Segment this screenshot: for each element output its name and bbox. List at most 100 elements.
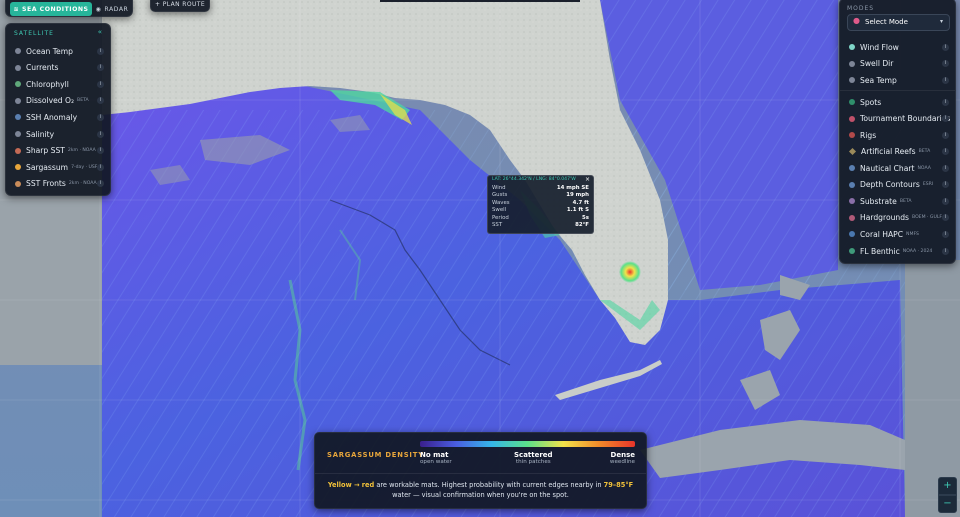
layer-dot-icon — [849, 165, 855, 171]
info-icon[interactable]: i — [942, 43, 949, 51]
zoom-in-button[interactable]: + — [938, 477, 957, 495]
mode-item[interactable]: Substrate BETA i — [840, 193, 955, 209]
probe-value: 4.7 ft — [572, 199, 589, 206]
mode-item[interactable]: Nautical Chart NOAA i — [840, 160, 955, 176]
mode-item-label: Sea Temp — [860, 75, 897, 85]
waves-icon: ≋ — [13, 5, 20, 13]
info-icon[interactable]: i — [942, 115, 949, 122]
mode-item[interactable]: Rigs i — [840, 127, 955, 143]
info-icon[interactable]: i — [97, 47, 104, 55]
satellite-item-tag: 2km · NOAA — [67, 148, 96, 154]
tab-sea-conditions[interactable]: ≋ SEA CONDITIONS — [10, 2, 92, 16]
info-icon[interactable]: i — [942, 164, 949, 172]
mode-item[interactable]: Tournament Boundaries i — [840, 111, 955, 127]
satellite-item[interactable]: SST Fronts 2km · NOAA i — [6, 176, 110, 192]
plan-route-button[interactable]: + PLAN ROUTE — [150, 0, 210, 12]
chevron-down-icon: ▾ — [939, 18, 943, 25]
zoom-out-button[interactable]: − — [938, 495, 957, 513]
info-icon[interactable]: i — [97, 80, 104, 88]
modes-panel: MODES ● Select Mode ▾ Wind Flow i Swell Di… — [839, 0, 956, 264]
satellite-item[interactable]: SSH Anomaly i — [6, 109, 110, 125]
satellite-item[interactable]: Salinity i — [6, 126, 110, 142]
info-icon[interactable]: i — [942, 214, 949, 221]
satellite-item-label: SSH Anomaly — [26, 112, 78, 122]
layer-dot-icon — [849, 198, 855, 204]
layer-dot-icon — [15, 64, 21, 71]
satellite-item-label: Sharp SST — [26, 146, 65, 156]
mode-item[interactable]: FL Benthic NOAA · 2024 i — [840, 243, 955, 259]
layer-dot-icon — [849, 231, 855, 237]
satellite-item[interactable]: Ocean Temp i — [6, 43, 110, 59]
layer-dot-icon — [15, 97, 21, 104]
info-icon[interactable]: i — [97, 147, 104, 155]
satellite-item[interactable]: Chlorophyll i — [6, 76, 110, 92]
probe-row: Waves 4.7 ft — [492, 200, 589, 207]
legend-note: Yellow → red are workable mats. Highest … — [327, 481, 634, 499]
mode-item[interactable]: Swell Dir i — [840, 56, 955, 72]
satellite-item-label: Currents — [26, 63, 59, 73]
info-icon[interactable]: i — [97, 163, 104, 171]
info-icon[interactable]: i — [942, 181, 949, 188]
palette-icon: ● — [853, 16, 860, 25]
mode-item-label: FL Benthic — [860, 246, 900, 256]
satellite-item[interactable]: Sharp SST 2km · NOAA i — [6, 143, 110, 159]
probe-value: 14 mph SE — [556, 185, 589, 191]
mode-item[interactable]: Artificial Reefs BETA i — [840, 144, 955, 160]
mode-item-tag: NOAA — [917, 165, 931, 171]
tab-radar[interactable]: ◉ RADAR — [94, 2, 130, 16]
legend-divider — [315, 473, 646, 474]
layer-dot-icon — [849, 115, 855, 122]
layer-dot-icon — [15, 114, 21, 121]
info-icon[interactable]: i — [97, 97, 104, 105]
info-icon[interactable]: i — [942, 98, 949, 106]
mode-item-label: Hardgrounds — [860, 213, 909, 222]
probe-key: Gusts — [492, 192, 508, 199]
info-icon[interactable]: i — [97, 130, 104, 138]
satellite-item-label: Sargassum — [26, 162, 69, 172]
info-icon[interactable]: i — [942, 76, 949, 84]
collapse-icon[interactable]: « — [98, 28, 102, 36]
probe-value: 19 mph — [566, 192, 589, 199]
satellite-item-tag: 7-day · USF — [71, 164, 98, 170]
close-icon[interactable]: × — [585, 176, 590, 183]
select-mode-dropdown[interactable]: ● Select Mode ▾ — [847, 14, 950, 31]
satellite-item[interactable]: Sargassum 7-day · USF i — [6, 159, 110, 175]
mode-item[interactable]: Wind Flow i — [840, 39, 955, 55]
mode-item-tag: BETA — [918, 149, 931, 154]
layer-dot-icon — [849, 77, 855, 83]
mode-item-tag: ESRI — [922, 182, 934, 187]
probe-coords: LAT: 26°44.342'N / LNG: 84°0.047'W — [492, 177, 576, 182]
mode-item[interactable]: Coral HAPC NMFS i — [840, 226, 955, 242]
info-icon[interactable]: i — [942, 197, 949, 205]
layer-dot-icon — [849, 60, 855, 67]
mode-item[interactable]: Sea Temp i — [840, 72, 955, 88]
satellite-item-label: SST Fronts — [26, 179, 66, 189]
satellite-item[interactable]: Dissolved O₂ BETA i — [6, 93, 110, 109]
mode-item-tag: BOEM · GULF — [912, 215, 943, 220]
info-icon[interactable]: i — [942, 230, 949, 238]
probe-row: SST 82°F — [492, 222, 589, 229]
info-icon[interactable]: i — [942, 148, 949, 155]
layer-dot-icon — [849, 214, 855, 221]
info-icon[interactable]: i — [97, 64, 104, 72]
info-icon[interactable]: i — [942, 247, 949, 255]
probe-row: Period 5s — [492, 215, 589, 222]
sargassum-legend: SARGASSUM DENSITY No mat open water Scat… — [314, 432, 647, 509]
mode-item[interactable]: Spots i — [840, 94, 955, 110]
layer-dot-icon — [15, 147, 21, 154]
info-icon[interactable]: i — [942, 60, 949, 67]
satellite-item[interactable]: Currents i — [6, 60, 110, 76]
probe-row: Swell 1.1 ft S — [492, 207, 589, 214]
satellite-item-tag: 2km · NOAA — [68, 181, 97, 187]
info-icon[interactable]: i — [97, 113, 104, 121]
legend-gradient-bar — [420, 441, 635, 447]
mode-item-label: Rigs — [860, 130, 877, 140]
layer-dot-icon — [15, 180, 21, 187]
probe-key: SST — [492, 222, 503, 228]
info-icon[interactable]: i — [942, 131, 949, 139]
layer-dot-icon — [848, 147, 857, 156]
mode-item[interactable]: Hardgrounds BOEM · GULF i — [840, 210, 955, 226]
mode-item[interactable]: Depth Contours ESRI i — [840, 177, 955, 193]
info-icon[interactable]: i — [97, 180, 104, 188]
mode-item-label: Coral HAPC — [860, 229, 904, 239]
